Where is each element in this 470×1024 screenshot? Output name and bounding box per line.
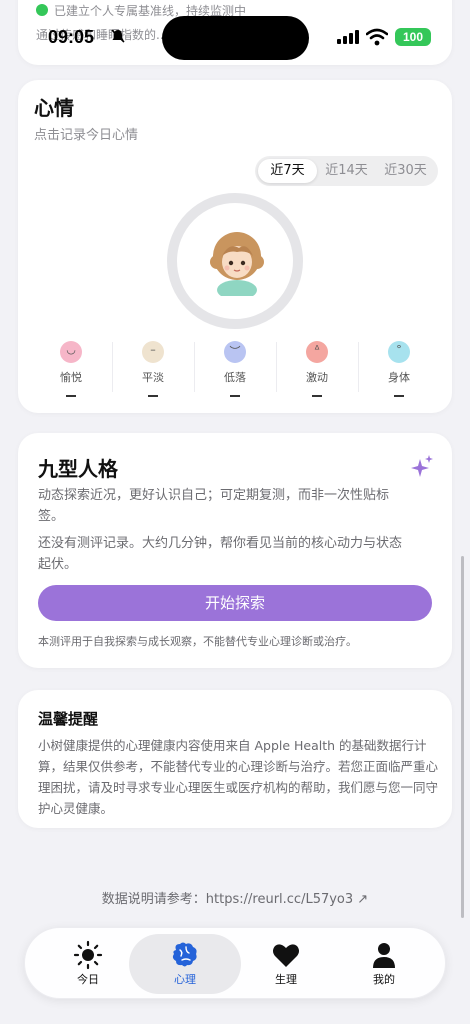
range-30d[interactable]: 近30天 bbox=[376, 159, 435, 183]
mood-joyful[interactable]: ◡ 愉悦 bbox=[30, 338, 112, 400]
enneagram-description: 动态探索近况，更好认识自己；可定期复测，而非一次性贴标签。 bbox=[38, 488, 390, 524]
body-face-icon: ° bbox=[388, 341, 410, 363]
mood-value bbox=[66, 395, 76, 397]
mood-card[interactable]: 心情 点击记录今日心情 近7天 近14天 近30天 ◡ 愉悦 – 平淡 ︶ 低落… bbox=[18, 80, 452, 413]
reminder-title: 温馨提醒 bbox=[38, 710, 99, 728]
tab-today[interactable]: 今日 bbox=[38, 934, 138, 994]
brain-icon bbox=[172, 942, 197, 967]
heart-icon bbox=[273, 944, 299, 967]
range-selector: 近7天 近14天 近30天 bbox=[255, 156, 438, 186]
baseline-text: 已建立个人专属基准线，持续监测中 bbox=[54, 4, 247, 18]
mood-value bbox=[312, 395, 322, 397]
tab-mind[interactable]: 心理 bbox=[129, 934, 241, 994]
reminder-card: 温馨提醒 小树健康提供的心理健康内容使用来自 Apple Health 的基础数… bbox=[18, 690, 452, 828]
check-icon bbox=[36, 4, 48, 16]
baseline-status: 已建立个人专属基准线，持续监测中 bbox=[36, 2, 246, 19]
sensor-note: 通过传感和睡眠指数的... bbox=[36, 28, 168, 42]
mood-summary: ◡ 愉悦 – 平淡 ︶ 低落 ᐞ 激动 ° 身体 bbox=[30, 338, 440, 400]
mood-label: 愉悦 bbox=[60, 371, 82, 384]
joyful-face-icon: ◡ bbox=[60, 341, 82, 363]
mood-excited[interactable]: ᐞ 激动 bbox=[276, 338, 358, 400]
excited-face-icon: ᐞ bbox=[306, 341, 328, 363]
avatar[interactable] bbox=[207, 228, 267, 296]
tab-label: 我的 bbox=[373, 973, 395, 986]
enneagram-disclaimer: 本测评用于自我探索与成长观察，不能替代专业心理诊断或治疗。 bbox=[38, 635, 357, 648]
mood-subtitle: 点击记录今日心情 bbox=[34, 128, 139, 143]
mood-label: 平淡 bbox=[142, 371, 164, 384]
tab-body[interactable]: 生理 bbox=[236, 934, 336, 994]
scrollbar[interactable] bbox=[461, 556, 464, 918]
mood-title: 心情 bbox=[34, 96, 74, 120]
enneagram-empty-state: 还没有测评记录。大约几分钟，帮你看见当前的核心动力与状态起伏。 bbox=[38, 536, 403, 572]
start-explore-button[interactable]: 开始探索 bbox=[38, 585, 432, 621]
mood-label: 身体 bbox=[388, 371, 410, 384]
mood-label: 低落 bbox=[224, 371, 246, 384]
mood-value bbox=[230, 395, 240, 397]
range-14d[interactable]: 近14天 bbox=[317, 159, 376, 183]
mood-body[interactable]: ° 身体 bbox=[358, 338, 440, 400]
tab-me[interactable]: 我的 bbox=[334, 934, 434, 994]
person-icon bbox=[373, 943, 395, 968]
mood-calm[interactable]: – 平淡 bbox=[112, 338, 194, 400]
reminder-body: 小树健康提供的心理健康内容使用来自 Apple Health 的基础数据行计算，… bbox=[38, 738, 439, 816]
sparkle-icon bbox=[411, 455, 433, 477]
mood-label: 激动 bbox=[306, 371, 328, 384]
tab-label: 心理 bbox=[174, 973, 196, 986]
mood-low[interactable]: ︶ 低落 bbox=[194, 338, 276, 400]
enneagram-card: 九型人格 动态探索近况，更好认识自己；可定期复测，而非一次性贴标签。 还没有测评… bbox=[18, 433, 452, 668]
range-7d[interactable]: 近7天 bbox=[258, 159, 317, 183]
tab-label: 生理 bbox=[275, 973, 297, 986]
enneagram-title: 九型人格 bbox=[38, 457, 118, 481]
mood-value bbox=[148, 395, 158, 397]
tab-bar: 今日 心理 生理 我的 bbox=[24, 927, 446, 999]
mood-value bbox=[394, 395, 404, 397]
calm-face-icon: – bbox=[142, 341, 164, 363]
data-source-link[interactable]: 数据说明请参考：https://reurl.cc/L57yo3 ↗ bbox=[0, 888, 470, 907]
low-face-icon: ︶ bbox=[224, 341, 246, 363]
sun-icon bbox=[73, 940, 103, 970]
heart-rate-card[interactable]: 已建立个人专属基准线，持续监测中 通过传感和睡眠指数的... bbox=[18, 0, 452, 65]
tab-label: 今日 bbox=[77, 973, 99, 986]
